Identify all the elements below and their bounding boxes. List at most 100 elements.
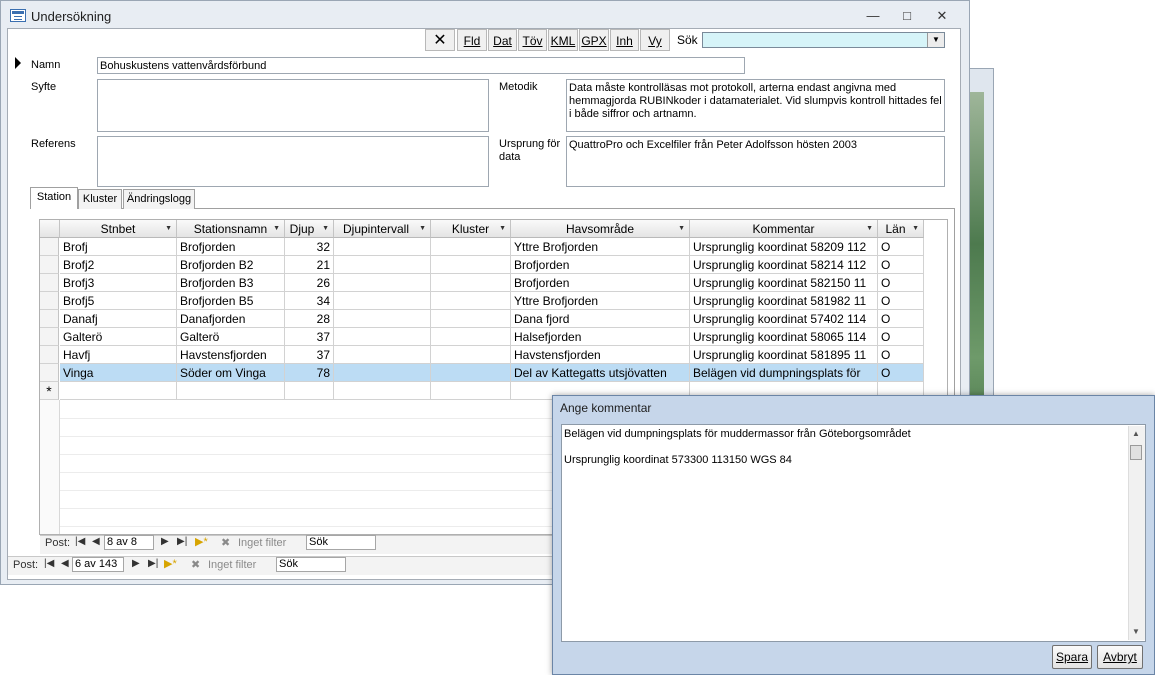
cell-kommentar[interactable]: Ursprunglig koordinat 581895 11 [690,346,878,364]
cell-djup[interactable]: 28 [285,310,334,328]
previous-record-icon[interactable]: ◀ [61,558,69,569]
column-header-stnbet[interactable]: Stnbet ▼ [60,220,177,238]
cell-kluster[interactable] [431,364,511,382]
cell-djup[interactable]: 26 [285,274,334,292]
cell-stationsnamn[interactable]: Brofjorden B2 [177,256,285,274]
new-row-cell[interactable] [431,382,511,400]
cell-lan[interactable]: O [878,346,924,364]
filter-icon[interactable]: ✖ [191,558,200,571]
cell-kluster[interactable] [431,256,511,274]
new-row-cell[interactable] [177,382,285,400]
new-record-icon[interactable]: ▶* [195,535,208,548]
dropdown-arrow-icon[interactable]: ▼ [322,220,329,238]
dropdown-arrow-icon[interactable]: ▼ [273,220,280,238]
cell-lan[interactable]: O [878,364,924,382]
inh-button[interactable]: Inh [610,29,639,51]
cell-stnbet[interactable]: Brofj2 [60,256,177,274]
cell-stationsnamn[interactable]: Galterö [177,328,285,346]
cell-havsomrade[interactable]: Havstensfjorden [511,346,690,364]
subform-filter-status[interactable]: Inget filter [238,537,286,549]
namn-field[interactable]: Bohuskustens vattenvårdsförbund [97,57,745,74]
column-header-kluster[interactable]: Kluster ▼ [431,220,511,238]
new-record-icon[interactable]: ▶* [164,557,177,570]
tab-station[interactable]: Station [30,187,78,209]
cell-kommentar[interactable]: Ursprunglig koordinat 58214 112 [690,256,878,274]
cell-djupintervall[interactable] [334,310,431,328]
cell-havsomrade[interactable]: Yttre Brofjorden [511,238,690,256]
cell-lan[interactable]: O [878,274,924,292]
last-record-icon[interactable]: ▶| [148,558,158,569]
next-record-icon[interactable]: ▶ [132,558,140,569]
cell-havsomrade[interactable]: Halsefjorden [511,328,690,346]
dropdown-arrow-icon[interactable]: ▼ [866,220,873,238]
tab-andringslogg[interactable]: Ändringslogg [123,189,195,209]
cell-djupintervall[interactable] [334,274,431,292]
dropdown-arrow-icon[interactable]: ▼ [165,220,172,238]
cell-stnbet[interactable]: Brofj [60,238,177,256]
cell-kommentar[interactable]: Ursprunglig koordinat 581982 11 [690,292,878,310]
save-button[interactable]: Spara [1052,645,1092,669]
row-selector[interactable] [40,256,59,274]
maximize-button[interactable]: □ [894,6,920,26]
cell-stnbet[interactable]: Danafj [60,310,177,328]
scroll-up-icon[interactable]: ▲ [1132,429,1140,438]
kml-button[interactable]: KML [548,29,578,51]
cell-kluster[interactable] [431,346,511,364]
syfte-field[interactable] [97,79,489,132]
new-row-marker[interactable]: * [40,382,59,400]
new-row-cell[interactable] [285,382,334,400]
column-header-djup[interactable]: Djup ▼ [285,220,334,238]
form-record-number[interactable]: 6 av 143 [72,557,124,572]
cell-kommentar[interactable]: Ursprunglig koordinat 58065 114 [690,328,878,346]
cell-stationsnamn[interactable]: Brofjorden B3 [177,274,285,292]
row-selector[interactable] [40,346,59,364]
close-button[interactable]: ✕ [929,6,955,26]
dropdown-arrow-icon[interactable]: ▼ [678,220,685,238]
new-row-cell[interactable] [334,382,431,400]
metodik-field[interactable]: Data måste kontrolläsas mot protokoll, a… [566,79,945,132]
column-header-lan[interactable]: Län ▼ [878,220,924,238]
cell-havsomrade[interactable]: Dana fjord [511,310,690,328]
dropdown-arrow-icon[interactable]: ▼ [419,220,426,238]
cell-havsomrade[interactable]: Brofjorden [511,274,690,292]
subform-record-number[interactable]: 8 av 8 [104,535,154,550]
cell-stnbet[interactable]: Brofj5 [60,292,177,310]
cell-stationsnamn[interactable]: Söder om Vinga [177,364,285,382]
tab-kluster[interactable]: Kluster [78,189,122,209]
gpx-button[interactable]: GPX [579,29,609,51]
cell-stationsnamn[interactable]: Danafjorden [177,310,285,328]
cell-kommentar[interactable]: Ursprunglig koordinat 582150 11 [690,274,878,292]
first-record-icon[interactable]: |◀ [44,558,54,569]
cell-djupintervall[interactable] [334,292,431,310]
cell-djup[interactable]: 34 [285,292,334,310]
cell-djup[interactable]: 37 [285,346,334,364]
cell-lan[interactable]: O [878,328,924,346]
form-search-input[interactable]: Sök [276,557,346,572]
previous-record-icon[interactable]: ◀ [92,536,100,547]
cell-kommentar[interactable]: Belägen vid dumpningsplats för [690,364,878,382]
scroll-down-icon[interactable]: ▼ [1132,627,1140,636]
cell-stnbet[interactable]: Brofj3 [60,274,177,292]
minimize-button[interactable]: — [860,6,886,26]
cell-lan[interactable]: O [878,238,924,256]
search-combobox[interactable] [702,32,945,48]
cell-djup[interactable]: 78 [285,364,334,382]
next-record-icon[interactable]: ▶ [161,536,169,547]
referens-field[interactable] [97,136,489,187]
row-selector[interactable] [40,310,59,328]
column-header-havsomrade[interactable]: Havsområde ▼ [511,220,690,238]
form-filter-status[interactable]: Inget filter [208,559,256,571]
cell-kluster[interactable] [431,292,511,310]
first-record-icon[interactable]: |◀ [75,536,85,547]
tov-button[interactable]: Töv [518,29,547,51]
row-selector[interactable] [40,292,59,310]
ursprung-field[interactable]: QuattroPro och Excelfiler från Peter Ado… [566,136,945,187]
dropdown-arrow-icon[interactable]: ▼ [912,220,919,238]
cell-kluster[interactable] [431,274,511,292]
cell-djupintervall[interactable] [334,256,431,274]
row-selector[interactable] [40,328,59,346]
cell-djup[interactable]: 32 [285,238,334,256]
cell-havsomrade[interactable]: Yttre Brofjorden [511,292,690,310]
vy-button[interactable]: Vy [640,29,670,51]
cell-stnbet[interactable]: Havfj [60,346,177,364]
